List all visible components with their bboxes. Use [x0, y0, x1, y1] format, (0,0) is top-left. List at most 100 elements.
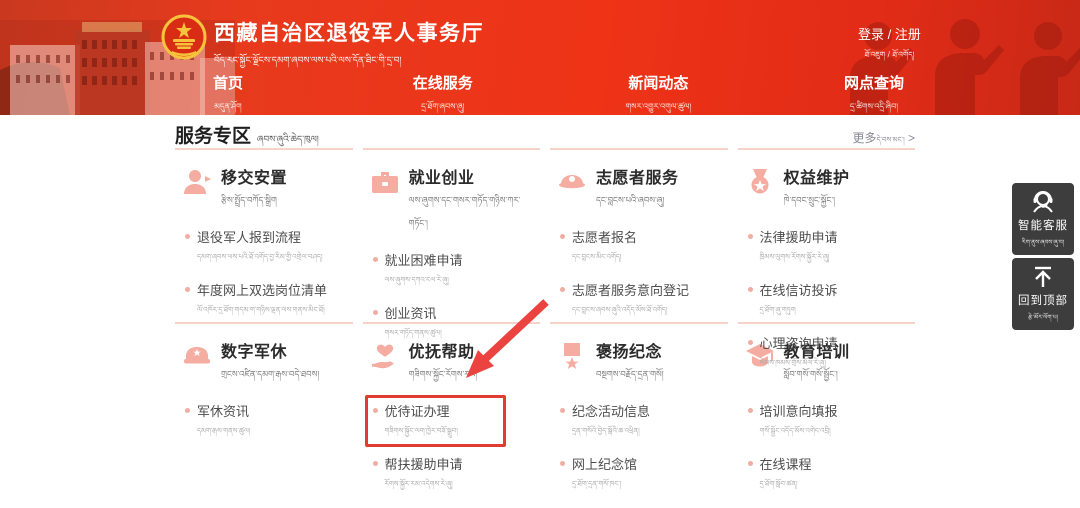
widget-label: 智能客服: [1018, 220, 1068, 232]
login-register-tibetan: ཐོ་འཇུག / ཐོ་འགོད།: [864, 50, 915, 59]
nav-item-online-services[interactable]: 在线服务 དྲ་ཐོག་ཞབས་ཞུ།: [411, 72, 475, 115]
link-tibetan: དྲ་ཐོག་དྲན་གསོ་ཁང་།: [572, 480, 622, 488]
link-label: 志愿者报名: [572, 230, 638, 245]
link-label: 军休资讯: [197, 404, 250, 419]
card-link[interactable]: 志愿者服务意向登记 དང་བླངས་ཞབས་ཞུའི་འདོད་མོས་ཐོ་འག…: [560, 280, 722, 322]
chevron-right-icon: >: [907, 131, 915, 145]
card-link[interactable]: 心理咨询申请 སེམས་ཁམས་གྲོས་མོལ་རེ་ཞུ།: [747, 333, 910, 375]
briefcase-icon: [369, 166, 401, 198]
nav-item-home[interactable]: 首页 མདུན་ཤོག: [196, 72, 260, 115]
card-link[interactable]: 法律援助申请 ཁྲིམས་ལུགས་རོགས་སྐྱོར་རེ་ཞུ།: [747, 227, 910, 269]
service-cards-grid: 移交安置 རྩིས་སྤྲོད་བཀོད་སྒྲིག 退役军人报到流程 དམག་ཞ…: [175, 148, 915, 508]
card-link[interactable]: 志愿者报名 དང་བླངས་མིང་འགོད།: [560, 227, 722, 269]
card-links: 志愿者报名 དང་བླངས་མིང་འགོད། 志愿者服务意向登记 དང་བླངས་ཞ…: [560, 227, 722, 322]
card-link[interactable]: 年度网上双选岗位清单 ལོ་འཁོར་དྲ་ཐོག་གདམ་ག་གཉིས་ལྡན་…: [185, 280, 347, 322]
card-link[interactable]: 在线课程 དྲ་ཐོག་སློབ་ཚན།: [747, 454, 910, 496]
login-register-label: 登录 / 注册: [858, 27, 921, 42]
site-title: 西藏自治区退役军人事务厅: [214, 22, 484, 45]
link-tibetan: དང་བླངས་མིང་འགོད།: [572, 253, 622, 261]
link-tibetan: གསར་གཏོད་གནས་ཚུལ།: [384, 329, 442, 337]
card-title: 志愿者服务: [596, 170, 679, 187]
link-tibetan: གཟིགས་སྐྱོང་ལག་ཁྱེར་བཟོ་སྒྲུབ།: [384, 427, 458, 435]
bullet-icon: [560, 287, 565, 292]
link-tibetan: དྲ་ཐོག་སློབ་ཚན།: [759, 480, 798, 488]
card-title-tibetan: དང་བླངས་པའི་ཞབས་ཞུ།: [596, 196, 665, 206]
bullet-icon: [747, 340, 753, 345]
link-tibetan: ལས་ཞུགས་དཀའ་ངལ་རེ་ཞུ།: [384, 276, 449, 284]
more-tibetan: དེ་བས་མང་།: [876, 136, 905, 144]
link-tibetan: དྲ་ཐོག་ཞུ་གཏུག: [759, 306, 796, 314]
card-link[interactable]: 在线信访投诉 དྲ་ཐོག་ཞུ་གཏུག: [747, 280, 910, 322]
floating-widgets: 智能客服 རིག་ནུས་ཞབས་ཞུ་བ། 回到顶部 རྩེ་མོར་ལོག་…: [1012, 183, 1074, 333]
card-link[interactable]: 帮扶援助申请 རོགས་སྐྱོར་རམ་འདེགས་རེ་ཞུ།: [372, 454, 535, 496]
card-link[interactable]: 军休资讯 དམག་རྒས་གནས་ཚུལ།: [185, 401, 347, 443]
person-icon: [181, 166, 213, 198]
nav-label: 网点查询: [843, 75, 904, 92]
card-link[interactable]: 培训意向填报 གསོ་སྦྱོང་འདོད་མོས་འགེང་འབྲི།: [747, 401, 910, 443]
service-card-7: 褒扬纪念 བསྔགས་བརྗོད་དྲན་གསོ། 纪念活动信息 དྲན་གསོའ…: [550, 322, 728, 508]
card-link[interactable]: 网上纪念馆 དྲ་ཐོག་དྲན་གསོ་ཁང་།: [560, 454, 722, 496]
card-head: 数字军休 གྲངས་འཛིན་དམག་རྒས་བདེ་ཐབས།: [181, 338, 347, 389]
link-label: 志愿者服务意向登记: [572, 283, 690, 298]
widget-tibetan: རིག་ནུས་ཞབས་ཞུ་བ།: [1021, 239, 1065, 246]
card-title-tibetan: ཁེ་དབང་སྲུང་སྐྱོང་།: [783, 196, 836, 206]
service-card-3: 志愿者服务 དང་བླངས་པའི་ཞབས་ཞུ། 志愿者报名 དང་བླངས་མ…: [550, 148, 728, 322]
card-link[interactable]: 创业资讯 གསར་གཏོད་གནས་ཚུལ།: [372, 303, 535, 345]
nav-tibetan: དྲ་ཚིགས་འདྲི་ཞིབ།: [849, 102, 899, 111]
card-head: 褒扬纪念 བསྔགས་བརྗོད་དྲན་གསོ།: [556, 338, 722, 389]
bullet-icon: [747, 287, 753, 292]
card-title-tibetan: རྩིས་སྤྲོད་བཀོད་སྒྲིག: [221, 196, 277, 206]
bullet-icon: [747, 461, 753, 466]
link-label: 年度网上双选岗位清单: [197, 283, 328, 298]
card-links: 退役军人报到流程 དམག་ཞབས་ལས་པའི་ཐོ་འགོད་བྱ་རིམ་གྱ…: [185, 227, 347, 322]
bullet-icon: [372, 310, 378, 315]
bullet-icon: [185, 234, 190, 239]
card-links: 培训意向填报 གསོ་སྦྱོང་འདོད་མོས་འགེང་འབྲི། 在线课程 ད…: [747, 401, 910, 508]
more-label: 更多: [852, 131, 877, 145]
site-header: 西藏自治区退役军人事务厅 བོད་རང་སྐྱོང་ལྗོངས་དམག་ཞབས་…: [0, 0, 1080, 115]
login-register-link[interactable]: 登录 / 注册 ཐོ་འཇུག / ཐོ་འགོད།: [858, 24, 921, 68]
back-to-top-icon: [1035, 266, 1051, 287]
nav-item-branch-lookup[interactable]: 网点查询 དྲ་ཚིགས་འདྲི་ཞིབ།: [842, 72, 906, 115]
smart-customer-service-button[interactable]: 智能客服 རིག་ནུས་ཞབས་ཞུ་བ།: [1012, 183, 1074, 255]
nav-tibetan: མདུན་ཤོག: [214, 102, 242, 111]
bullet-icon: [560, 461, 565, 466]
national-emblem-logo: [161, 14, 207, 60]
bullet-icon: [372, 408, 378, 413]
card-link[interactable]: 优待证办理 གཟིགས་སྐྱོང་ལག་ཁྱེར་བཟོ་སྒྲུབ།: [364, 395, 535, 447]
link-label: 纪念活动信息: [572, 404, 651, 419]
card-link[interactable]: 纪念活动信息 དྲན་གསོའི་བྱེད་སྒོའི་ཆ་འཕྲིན།: [560, 401, 722, 443]
link-tibetan: དམག་རྒས་གནས་ཚུལ།: [197, 427, 251, 435]
link-label: 在线信访投诉: [759, 283, 838, 298]
card-head: 优抚帮助 གཟིགས་སྐྱོང་རོགས་རམ།: [369, 338, 535, 389]
card-head: 移交安置 རྩིས་སྤྲོད་བཀོད་སྒྲིག: [181, 164, 347, 215]
bullet-icon: [560, 234, 565, 239]
link-tibetan: ཁྲིམས་ལུགས་རོགས་སྐྱོར་རེ་ཞུ།: [759, 253, 830, 261]
card-title: 褒扬纪念: [596, 344, 663, 361]
link-tibetan: ལོ་འཁོར་དྲ་ཐོག་གདམ་ག་གཉིས་ལྡན་ལས་གནས་མིང…: [197, 306, 325, 314]
card-links: 法律援助申请 ཁྲིམས་ལུགས་རོགས་སྐྱོར་རེ་ཞུ། 在线信访投诉…: [747, 227, 910, 375]
bullet-icon: [560, 408, 565, 413]
card-link[interactable]: 退役军人报到流程 དམག་ཞབས་ལས་པའི་ཐོ་འགོད་བྱ་རིམ་གྱ…: [185, 227, 347, 269]
link-label: 在线课程: [759, 457, 812, 472]
nav-label: 首页: [212, 75, 243, 92]
link-label: 心理咨询申请: [759, 336, 838, 351]
card-link[interactable]: 就业困难申请 ལས་ཞུགས་དཀའ་ངལ་རེ་ཞུ།: [372, 250, 535, 292]
volunteer-cap-icon: [556, 166, 588, 198]
card-title-tibetan: བསྔགས་བརྗོད་དྲན་གསོ།: [596, 370, 664, 380]
link-tibetan: དང་བླངས་ཞབས་ཞུའི་འདོད་མོས་ཐོ་འགོད།: [572, 306, 668, 314]
card-title: 权益维护: [783, 170, 850, 187]
card-title: 移交安置: [221, 170, 288, 187]
back-to-top-button[interactable]: 回到顶部 རྩེ་མོར་ལོག་པ།: [1012, 258, 1074, 330]
nav-item-news[interactable]: 新闻动态 གསར་འགྱུར་འགུལ་ཚུལ།: [626, 72, 692, 115]
card-title: 就业创业: [408, 170, 475, 187]
nav-label: 新闻动态: [628, 75, 689, 92]
bullet-icon: [185, 287, 190, 292]
bullet-icon: [185, 408, 190, 413]
card-head: 就业创业 ལས་ཞུགས་དང་གསར་གཏོད་གཉིས་ཀར་གཏོང་།: [369, 164, 535, 238]
section-title-tibetan: ཞབས་ཞུའི་ཆེད་ཁུལ།: [257, 135, 319, 145]
link-label: 就业困难申请: [384, 253, 463, 268]
widget-tibetan: རྩེ་མོར་ལོག་པ།: [1028, 314, 1058, 321]
memorial-medal-icon: [556, 340, 588, 372]
card-title-tibetan: ལས་ཞུགས་དང་གསར་གཏོད་གཉིས་ཀར་གཏོང་།: [408, 196, 521, 229]
